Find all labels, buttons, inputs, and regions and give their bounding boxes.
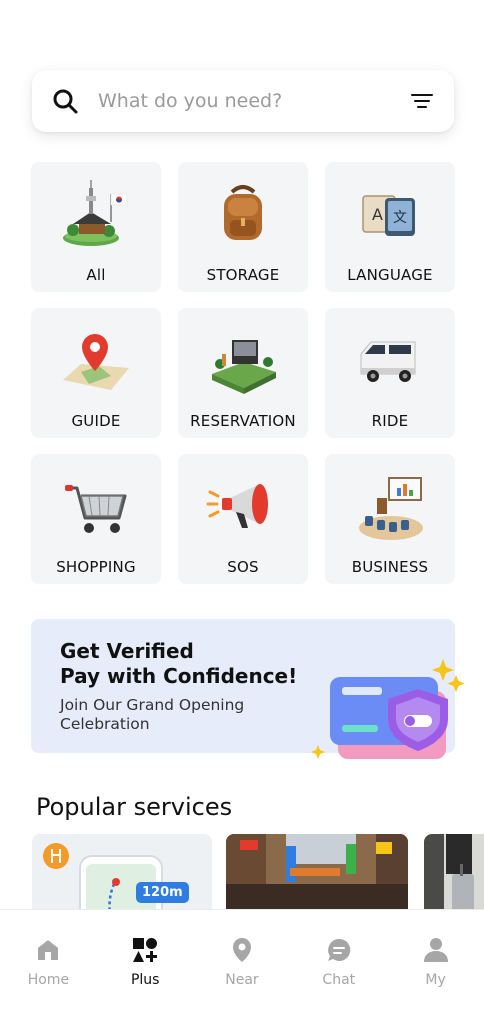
card-shield-icon xyxy=(311,659,465,759)
banner-title-line: Get Verified xyxy=(60,639,194,663)
music-festival-stage-icon xyxy=(212,340,276,394)
category-guide[interactable]: GUIDE xyxy=(31,308,161,438)
promo-banner[interactable]: Get Verified Pay with Confidence! Join O… xyxy=(31,619,465,759)
category-reservation[interactable]: RESERVATION xyxy=(178,308,308,438)
category-shopping[interactable]: SHOPPING xyxy=(31,454,161,584)
filter-icon[interactable] xyxy=(410,91,434,111)
tab-label: Plus xyxy=(130,972,160,988)
category-label: SOS xyxy=(227,558,259,576)
banner-title: Get Verified Pay with Confidence! xyxy=(60,639,297,689)
search-icon xyxy=(53,89,78,114)
tab-chat[interactable]: Chat xyxy=(299,936,379,1024)
category-label: BUSINESS xyxy=(351,558,429,576)
map-pin-icon xyxy=(63,334,129,390)
translate-icon: A 文 xyxy=(362,195,415,236)
category-label: SHOPPING xyxy=(56,558,136,576)
tab-plus[interactable]: Plus xyxy=(105,936,185,1024)
distance-badge: 120m xyxy=(136,882,189,903)
person-icon xyxy=(423,938,448,962)
banner-title-line: Pay with Confidence! xyxy=(60,664,298,688)
category-ride[interactable]: RIDE xyxy=(325,308,455,438)
category-label: GUIDE xyxy=(71,412,121,430)
service-card-map[interactable]: 120m xyxy=(32,834,212,910)
category-all[interactable]: All xyxy=(31,162,161,292)
category-business[interactable]: BUSINESS xyxy=(325,454,455,584)
svg-text:文: 文 xyxy=(393,210,407,226)
tab-label: Home xyxy=(27,972,70,988)
van-icon xyxy=(360,341,416,382)
category-label: RESERVATION xyxy=(190,412,296,430)
service-card-street[interactable] xyxy=(226,834,408,910)
popular-services-carousel[interactable]: 120m xyxy=(32,834,484,910)
banner-subtitle: Join Our Grand Opening Celebration xyxy=(60,696,244,734)
banner-subtitle-line: Join Our Grand Opening xyxy=(60,696,245,714)
tab-label: Near xyxy=(225,972,259,988)
category-label: STORAGE xyxy=(206,266,280,284)
presentation-icon xyxy=(359,477,423,540)
tab-label: Chat xyxy=(322,972,356,988)
category-grid: All STORAGE A 文 LANGUAGE GUIDE RESERVATI… xyxy=(31,162,455,584)
category-label: RIDE xyxy=(371,412,409,430)
tab-home[interactable]: Home xyxy=(8,936,88,1024)
megaphone-icon xyxy=(206,484,268,528)
popular-services-title: Popular services xyxy=(36,793,233,821)
category-language[interactable]: A 文 LANGUAGE xyxy=(325,162,455,292)
category-storage[interactable]: STORAGE xyxy=(178,162,308,292)
category-sos[interactable]: SOS xyxy=(178,454,308,584)
tab-near[interactable]: Near xyxy=(202,936,282,1024)
home-icon xyxy=(38,940,59,960)
bottom-tab-bar: Home Plus Near Chat My xyxy=(0,909,484,1024)
service-card-traveler[interactable] xyxy=(424,834,484,910)
search-bar[interactable] xyxy=(32,70,454,132)
tab-label: My xyxy=(425,972,446,988)
street-market-photo xyxy=(226,834,408,910)
tab-my[interactable]: My xyxy=(396,936,476,1024)
chat-bubble-icon xyxy=(327,938,351,961)
plus-shapes-icon xyxy=(133,938,158,962)
banner-subtitle-line: Celebration xyxy=(60,715,150,733)
svg-text:A: A xyxy=(372,205,383,224)
category-label: LANGUAGE xyxy=(347,266,433,284)
seoul-tower-flag-icon xyxy=(63,180,128,246)
traveler-luggage-photo xyxy=(424,834,484,910)
shopping-cart-icon xyxy=(65,485,127,533)
category-label: All xyxy=(86,266,106,284)
location-pin-icon xyxy=(232,938,251,962)
backpack-icon xyxy=(224,185,262,240)
search-input[interactable] xyxy=(98,90,410,112)
